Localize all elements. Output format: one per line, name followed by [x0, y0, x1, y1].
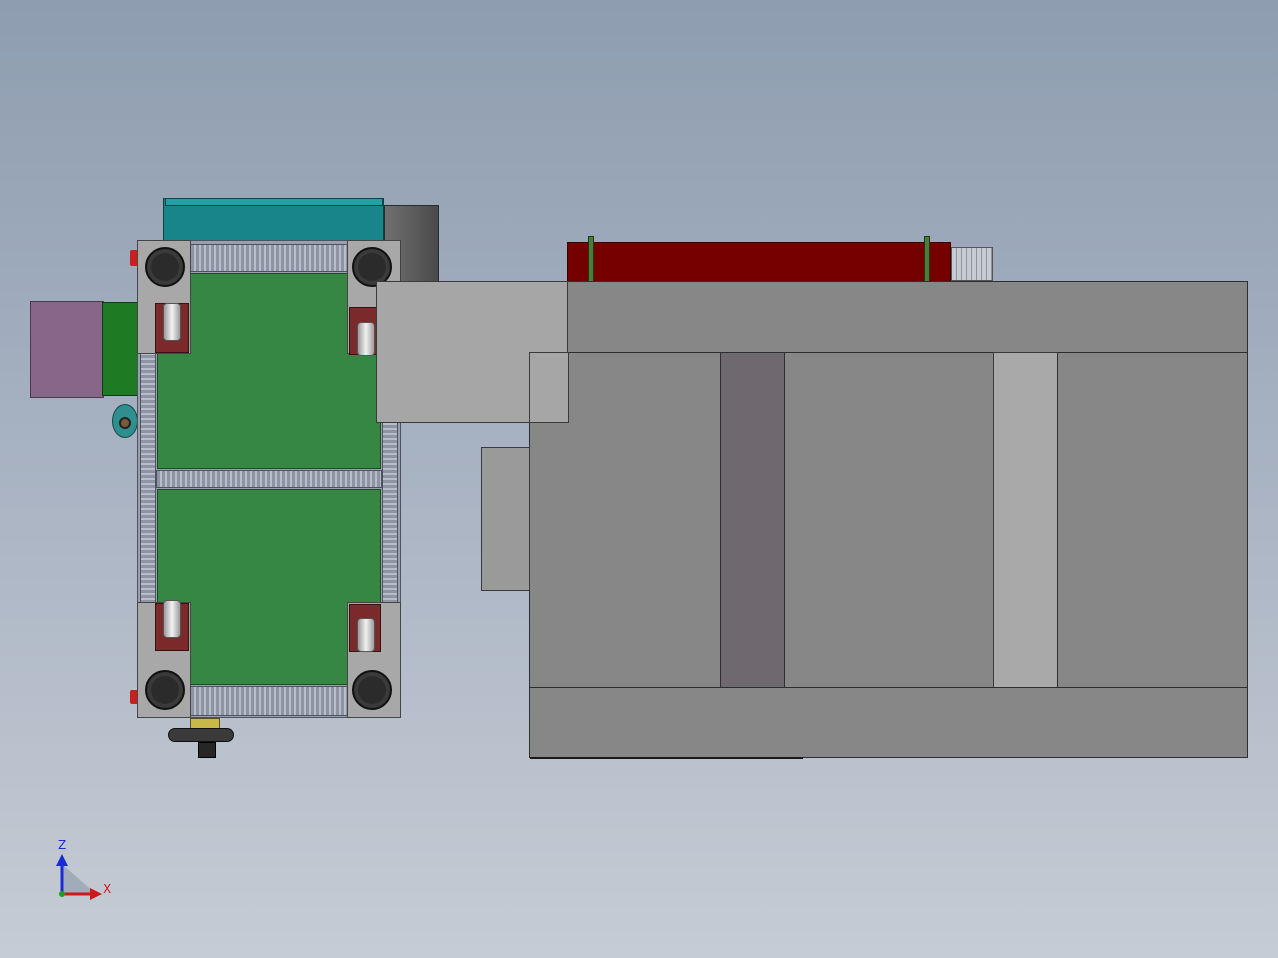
lower-body-strip[interactable] [529, 687, 1248, 758]
bottom-adjuster-cap[interactable] [198, 742, 216, 758]
pulley-hub [119, 417, 131, 429]
main-body-center-section[interactable] [784, 352, 994, 688]
guard-clip-left[interactable] [588, 236, 594, 282]
upper-body-strip[interactable] [567, 281, 1248, 353]
x-axis-label: X [103, 882, 112, 896]
red-guard-bar[interactable] [567, 242, 951, 282]
leveling-foot-bottom-left[interactable] [145, 670, 185, 710]
main-body-right-section[interactable] [1057, 352, 1248, 688]
top-cover-lip [165, 198, 383, 206]
caster-wheel-bottom-left [163, 600, 181, 638]
bottom-adjuster-handle[interactable] [168, 728, 234, 742]
guard-clip-right[interactable] [924, 236, 930, 282]
triad-origin-icon [59, 891, 65, 897]
bridge-extension-corner [529, 352, 569, 423]
main-body-light-channel[interactable] [993, 352, 1058, 688]
motor-coupling-block[interactable] [102, 302, 140, 396]
vent-grill[interactable] [951, 247, 993, 281]
leveling-foot-bottom-right[interactable] [352, 670, 392, 710]
z-axis-arrowhead-icon [56, 854, 68, 866]
caster-wheel-top-right [357, 322, 375, 356]
main-body-dark-channel[interactable] [720, 352, 785, 688]
z-axis-label: Z [58, 838, 67, 852]
frame-crossbar-middle [156, 470, 382, 488]
leveling-foot-top-left[interactable] [145, 247, 185, 287]
side-access-box[interactable] [481, 447, 530, 591]
caster-wheel-bottom-right [357, 618, 375, 652]
side-motor[interactable] [30, 301, 104, 398]
lower-body-shadow-line [530, 757, 803, 759]
x-axis-arrowhead-icon [90, 888, 102, 900]
caster-wheel-top-left [163, 303, 181, 341]
